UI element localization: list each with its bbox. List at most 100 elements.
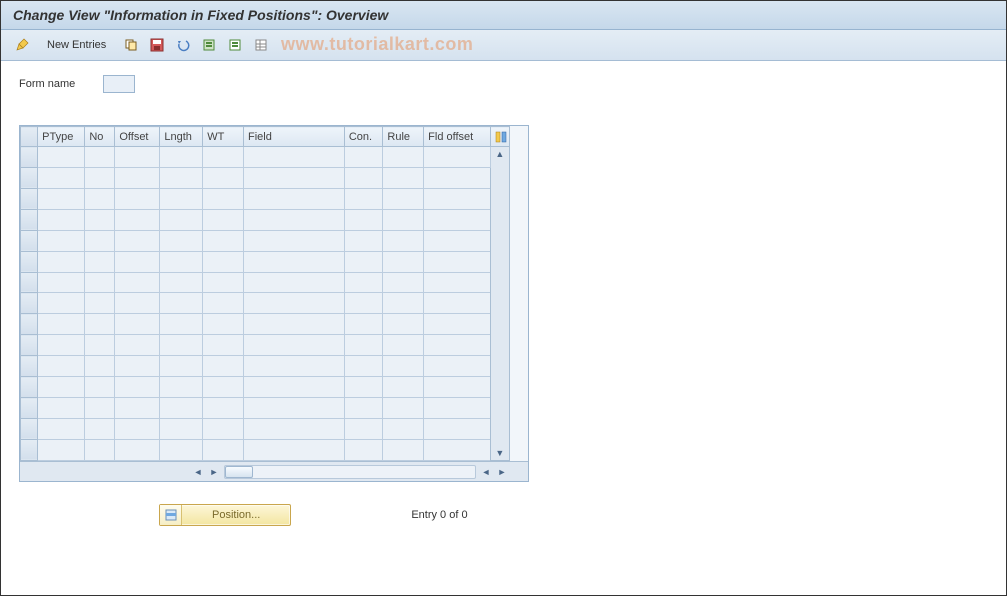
cell[interactable] [115,356,160,377]
col-field[interactable]: Field [244,127,345,147]
cell[interactable] [244,398,345,419]
table-row[interactable] [21,398,510,419]
table-row[interactable] [21,314,510,335]
col-rule[interactable]: Rule [383,127,424,147]
table-row[interactable] [21,293,510,314]
cell[interactable] [424,230,490,251]
change-icon[interactable] [11,34,33,56]
cell[interactable] [160,418,203,439]
cell[interactable] [115,398,160,419]
cell[interactable] [383,230,424,251]
cell[interactable] [160,167,203,188]
scroll-track[interactable] [224,465,476,479]
cell[interactable] [85,418,115,439]
scroll-left-icon[interactable]: ◄ [190,467,206,477]
cell[interactable] [383,418,424,439]
cell[interactable] [203,167,244,188]
cell[interactable] [344,377,383,398]
cell[interactable] [115,377,160,398]
cell[interactable] [244,272,345,293]
cell[interactable] [160,439,203,460]
table-row[interactable]: ▲▼ [21,147,510,168]
row-selector-header[interactable] [21,127,38,147]
cell[interactable] [383,147,424,168]
row-selector[interactable] [21,356,38,377]
scroll-left2-icon[interactable]: ◄ [478,467,494,477]
cell[interactable] [424,167,490,188]
cell[interactable] [424,377,490,398]
cell[interactable] [38,167,85,188]
cell[interactable] [383,272,424,293]
cell[interactable] [85,356,115,377]
cell[interactable] [344,272,383,293]
cell[interactable] [115,439,160,460]
cell[interactable] [203,418,244,439]
copy-icon[interactable] [120,34,142,56]
cell[interactable] [383,439,424,460]
row-selector[interactable] [21,188,38,209]
cell[interactable] [38,356,85,377]
cell[interactable] [85,377,115,398]
cell[interactable] [115,314,160,335]
cell[interactable] [244,230,345,251]
cell[interactable] [85,272,115,293]
row-selector[interactable] [21,209,38,230]
row-selector[interactable] [21,418,38,439]
row-selector[interactable] [21,377,38,398]
cell[interactable] [344,251,383,272]
cell[interactable] [160,377,203,398]
cell[interactable] [344,188,383,209]
row-selector[interactable] [21,230,38,251]
cell[interactable] [160,398,203,419]
cell[interactable] [244,335,345,356]
cell[interactable] [115,272,160,293]
cell[interactable] [203,314,244,335]
cell[interactable] [38,418,85,439]
cell[interactable] [424,188,490,209]
cell[interactable] [344,314,383,335]
cell[interactable] [38,272,85,293]
table-row[interactable] [21,230,510,251]
cell[interactable] [383,209,424,230]
cell[interactable] [115,418,160,439]
cell[interactable] [424,293,490,314]
new-entries-button[interactable]: New Entries [41,37,112,53]
cell[interactable] [85,209,115,230]
cell[interactable] [424,209,490,230]
row-selector[interactable] [21,147,38,168]
cell[interactable] [203,147,244,168]
cell[interactable] [115,293,160,314]
cell[interactable] [383,398,424,419]
horizontal-scrollbar[interactable]: ◄ ► ◄ ► [20,461,528,481]
table-row[interactable] [21,167,510,188]
cell[interactable] [244,314,345,335]
scroll-thumb[interactable] [225,466,253,478]
row-selector[interactable] [21,439,38,460]
cell[interactable] [383,335,424,356]
cell[interactable] [344,167,383,188]
table-row[interactable] [21,335,510,356]
cell[interactable] [203,188,244,209]
cell[interactable] [244,356,345,377]
cell[interactable] [424,335,490,356]
cell[interactable] [424,251,490,272]
cell[interactable] [203,439,244,460]
col-wt[interactable]: WT [203,127,244,147]
cell[interactable] [203,377,244,398]
table-row[interactable] [21,439,510,460]
row-selector[interactable] [21,293,38,314]
cell[interactable] [160,335,203,356]
cell[interactable] [244,147,345,168]
cell[interactable] [383,293,424,314]
cell[interactable] [424,314,490,335]
cell[interactable] [115,230,160,251]
col-ptype[interactable]: PType [38,127,85,147]
table-row[interactable] [21,272,510,293]
cell[interactable] [160,188,203,209]
cell[interactable] [424,439,490,460]
cell[interactable] [85,188,115,209]
cell[interactable] [344,147,383,168]
cell[interactable] [383,188,424,209]
cell[interactable] [244,167,345,188]
cell[interactable] [85,293,115,314]
